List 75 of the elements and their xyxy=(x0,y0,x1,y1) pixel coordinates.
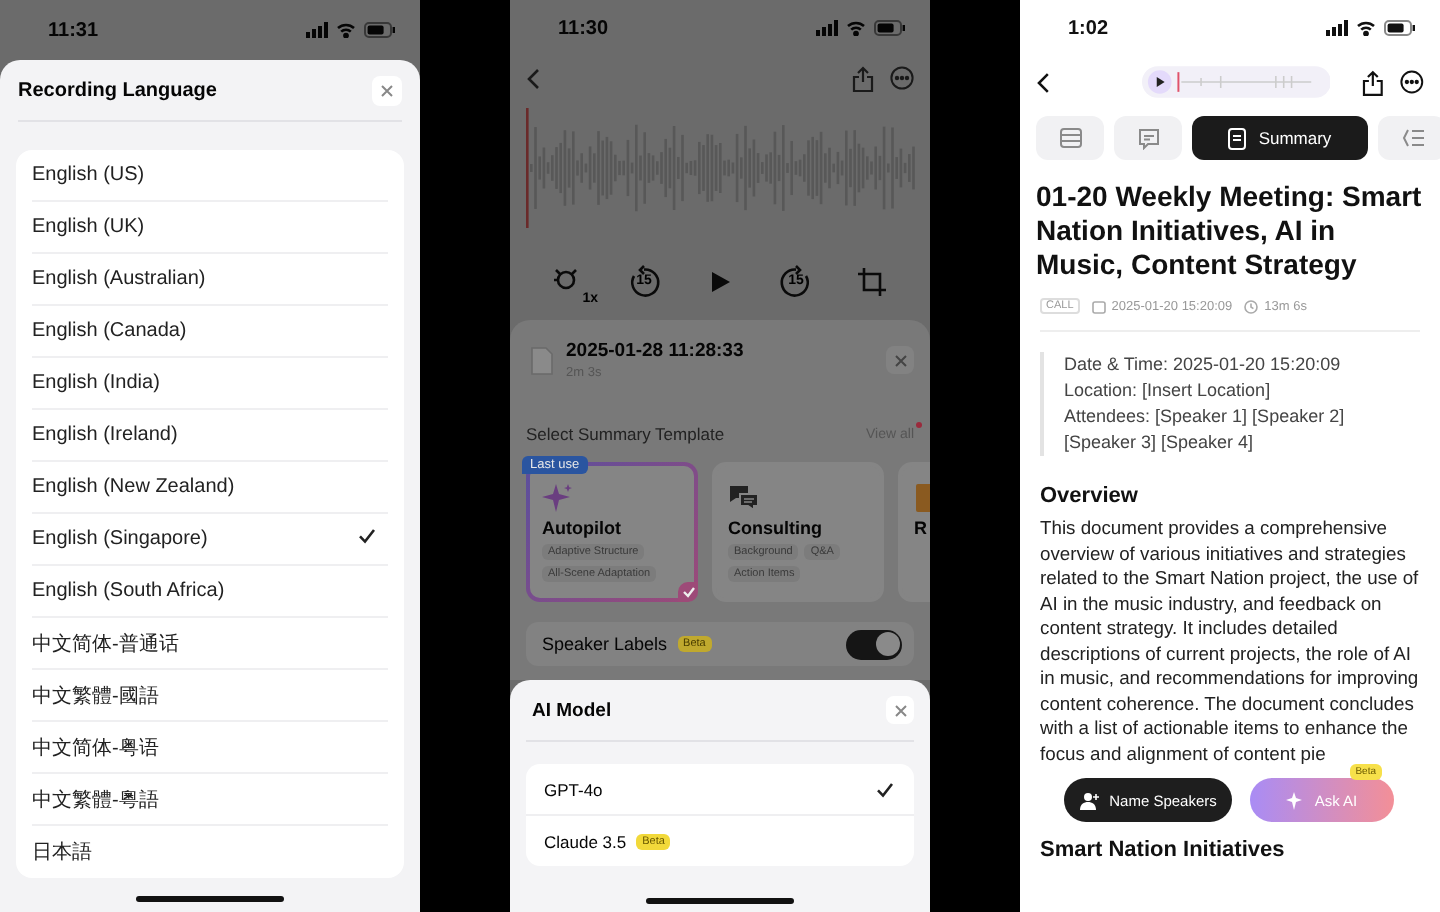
file-icon xyxy=(530,345,554,375)
close-button[interactable] xyxy=(886,696,914,724)
language-option[interactable]: 中文繁體-粵語 xyxy=(32,774,388,826)
model-name: Claude 3.5 xyxy=(544,831,627,851)
close-button[interactable] xyxy=(886,346,914,374)
meeting-detail: Date & Time: 2025-01-20 15:20:09 xyxy=(1064,352,1343,378)
overview-paragraph: This document provides a comprehensive overview of various initiatives and strategies related to the Smart Nation project, the use of AI in the music industry, and feedback on content strategy. It includes detailed descriptions of current projects, the role of AI in music, and recommendations for improving content coherence. The document concludes with a list of actionable items to enhance the focus and alignment of content pie xyxy=(1040,516,1420,766)
language-option[interactable]: English (Ireland) xyxy=(32,410,388,462)
view-tab[interactable] xyxy=(1114,116,1182,160)
play-icon xyxy=(706,268,734,296)
recording-title: 2025-01-28 11:28:33 xyxy=(566,340,746,362)
signal-icon xyxy=(1326,20,1348,36)
battery-icon xyxy=(1384,20,1416,36)
more-icon[interactable] xyxy=(1400,70,1424,94)
selected-check-icon xyxy=(678,582,698,602)
status-time: 11:31 xyxy=(48,19,99,41)
summary-title: 01-20 Weekly Meeting: Smart Nation Initiatives, AI in Music, Content Strategy xyxy=(1036,180,1424,282)
sheet-title: AI Model xyxy=(532,699,612,721)
language-option[interactable]: English (Canada) xyxy=(32,306,388,358)
signal-icon xyxy=(816,20,838,36)
language-option[interactable]: English (New Zealand) xyxy=(32,462,388,514)
person-add-icon xyxy=(1079,791,1100,809)
document-icon xyxy=(1228,127,1247,149)
sheet-title: Recording Language xyxy=(18,79,217,101)
speaker-labels-label: Speaker Labels xyxy=(542,634,668,654)
section-title: Select Summary Template xyxy=(526,424,725,444)
section-heading: Overview xyxy=(1040,484,1140,508)
view-tab[interactable] xyxy=(1036,116,1104,160)
clock-icon xyxy=(1244,299,1259,313)
sparkle-icon xyxy=(542,481,574,513)
view-tab[interactable] xyxy=(1378,116,1440,160)
model-option[interactable]: GPT-4o xyxy=(526,764,914,816)
chat-icon xyxy=(1137,127,1159,149)
language-option[interactable]: 中文简体-普通话 xyxy=(32,618,388,670)
language-option[interactable]: English (Australian) xyxy=(32,254,388,306)
back-icon[interactable] xyxy=(1036,71,1050,93)
wifi-icon xyxy=(336,22,356,38)
share-icon[interactable] xyxy=(1362,69,1385,95)
forward-icon xyxy=(778,264,814,300)
language-option[interactable]: English (US) xyxy=(32,150,388,202)
status-time: 1:02 xyxy=(1068,17,1109,39)
meeting-detail: Attendees: [Speaker 1] [Speaker 2] [Speaker 3] [Speaker 4] xyxy=(1064,404,1347,456)
close-button[interactable] xyxy=(372,75,402,105)
template-name: R xyxy=(914,518,929,538)
model-name: GPT-4o xyxy=(544,779,603,799)
status-time: 11:30 xyxy=(558,17,609,39)
language-option[interactable]: English (South Africa) xyxy=(32,566,388,618)
template-name: Consulting xyxy=(728,518,824,538)
language-option[interactable]: 中文简体-粤语 xyxy=(32,722,388,774)
section-heading: Smart Nation Initiatives xyxy=(1040,838,1287,862)
wifi-icon xyxy=(846,20,866,36)
wifi-icon xyxy=(1356,20,1376,36)
summary-tab[interactable]: Summary xyxy=(1192,116,1368,160)
toggle-switch[interactable] xyxy=(846,629,902,659)
rewind-icon xyxy=(626,264,662,300)
meeting-detail: Location: [Insert Location] xyxy=(1064,378,1273,404)
language-option[interactable]: 日本語 xyxy=(32,826,388,878)
language-option[interactable]: 中文繁體-國語 xyxy=(32,670,388,722)
close-icon xyxy=(893,353,907,367)
language-option[interactable]: English (UK) xyxy=(32,202,388,254)
language-option[interactable]: English (India) xyxy=(32,358,388,410)
list-icon xyxy=(1059,128,1081,148)
outline-icon xyxy=(1401,128,1423,148)
crop-icon xyxy=(856,266,888,298)
template-name: Autopilot xyxy=(542,518,623,538)
language-option[interactable]: English (Singapore) xyxy=(32,514,388,566)
chat-bubbles-icon xyxy=(728,483,760,511)
template-card[interactable]: R xyxy=(898,462,930,602)
close-icon xyxy=(893,703,907,717)
battery-icon xyxy=(364,22,396,38)
close-icon xyxy=(380,83,394,97)
sparkle-icon xyxy=(1286,791,1305,809)
calendar-icon xyxy=(1091,299,1106,313)
signal-icon xyxy=(306,22,328,38)
battery-icon xyxy=(874,20,906,36)
